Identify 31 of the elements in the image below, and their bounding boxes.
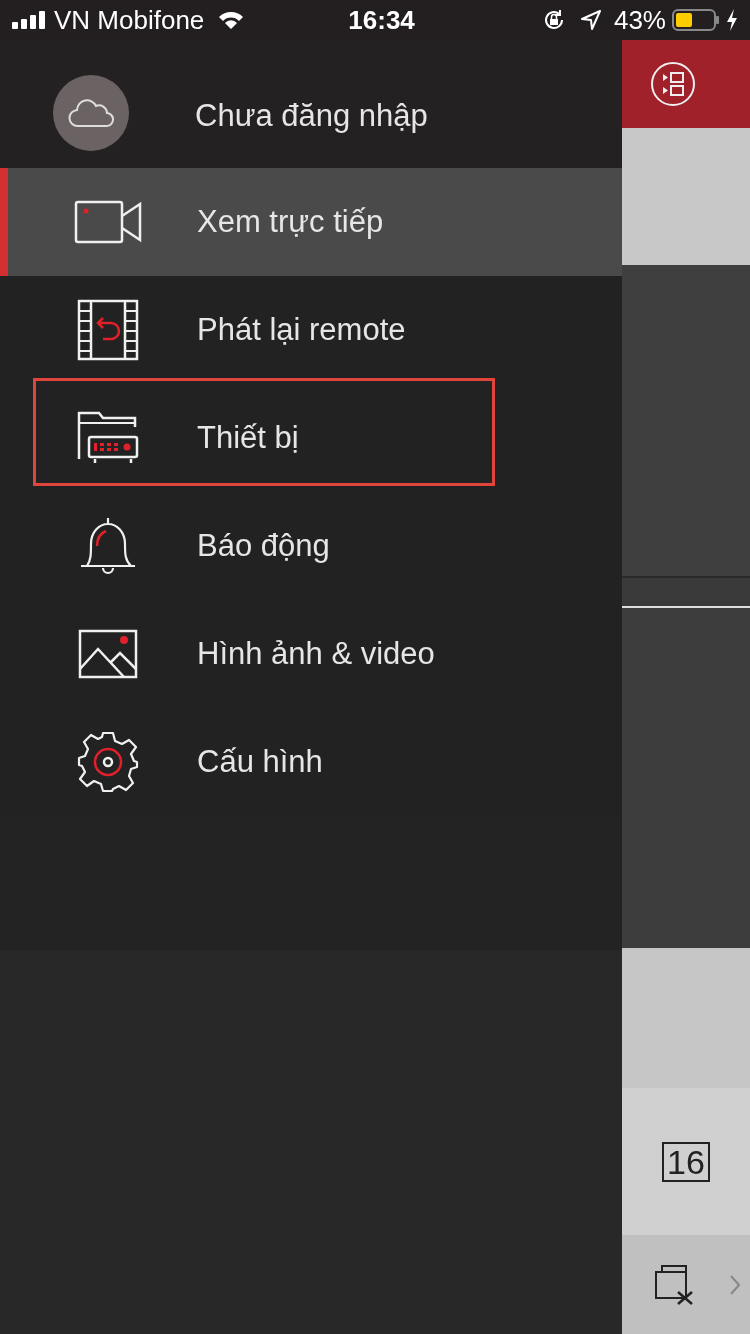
wifi-icon <box>218 10 245 30</box>
menu-item[interactable]: Phát lại remote <box>0 276 622 384</box>
menu-label: Hình ảnh & video <box>197 634 435 673</box>
login-status[interactable]: Chưa đăng nhập <box>195 93 428 140</box>
close-all-windows-icon[interactable] <box>654 1263 694 1306</box>
signal-icon <box>12 11 48 29</box>
menu-label: Xem trực tiếp <box>197 202 384 241</box>
menu-label: Thiết bị <box>197 418 299 457</box>
battery-percent: 43% <box>613 3 666 37</box>
film-replay-icon <box>77 299 139 361</box>
image-icon <box>78 629 138 679</box>
carrier-name: VN Mobifone <box>54 3 205 37</box>
bell-icon <box>79 516 137 576</box>
folder-device-icon <box>77 411 139 465</box>
location-icon <box>579 9 602 31</box>
menu-label: Báo động <box>197 526 330 565</box>
video-camera-icon <box>74 200 142 244</box>
cloud-icon <box>68 98 114 128</box>
menu-item[interactable]: Xem trực tiếp <box>0 168 622 276</box>
battery-icon <box>672 9 720 31</box>
menu-item[interactable]: Thiết bị <box>0 384 622 492</box>
menu-item[interactable]: Báo động <box>0 492 622 600</box>
charging-icon <box>726 9 738 31</box>
layout-16-button[interactable]: 16 <box>662 1141 710 1182</box>
menu-item[interactable]: Cấu hình <box>0 708 622 816</box>
menu-label: Phát lại remote <box>197 310 406 349</box>
clock-time: 16:34 <box>348 3 415 37</box>
layout-list-icon[interactable] <box>650 61 696 107</box>
settings-icon <box>77 731 139 793</box>
menu-item[interactable]: Hình ảnh & video <box>0 600 622 708</box>
menu-label: Cấu hình <box>197 742 323 781</box>
